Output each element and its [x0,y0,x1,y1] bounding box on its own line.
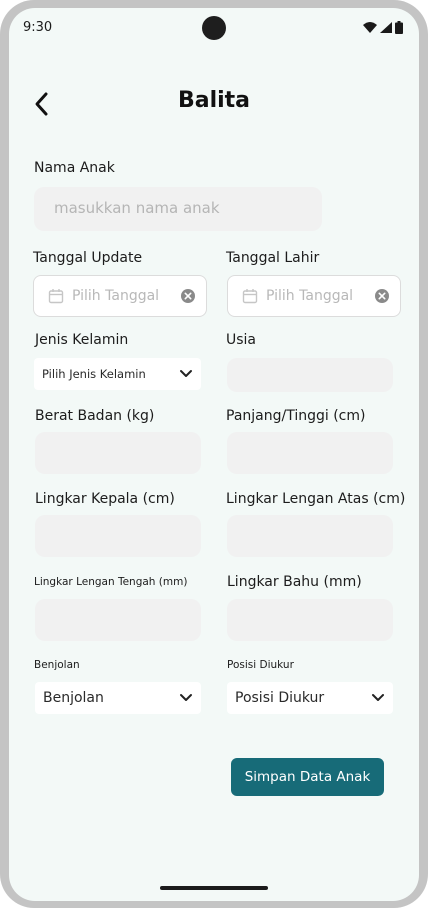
lingkar-kepala-label: Lingkar Kepala (cm) [35,491,175,507]
jenis-kelamin-value: Pilih Jenis Kelamin [42,367,146,381]
tanggal-update-label: Tanggal Update [33,250,143,266]
lingkar-kepala-input[interactable] [35,515,201,557]
jenis-kelamin-label: Jenis Kelamin [35,332,129,348]
nama-anak-placeholder: masukkan nama anak [54,199,220,217]
clear-icon[interactable] [180,288,196,304]
panjang-tinggi-label: Panjang/Tinggi (cm) [226,408,366,424]
status-time: 9:30 [23,20,53,35]
tanggal-lahir-label: Tanggal Lahir [226,250,320,266]
usia-input[interactable] [227,358,393,392]
signal-icon [380,22,392,33]
tanggal-update-placeholder: Pilih Tanggal [72,288,160,304]
lingkar-lengan-tengah-input[interactable] [35,599,201,641]
home-indicator[interactable] [160,886,268,890]
battery-icon [395,21,403,34]
chevron-down-icon [180,694,192,701]
jenis-kelamin-dropdown[interactable]: Pilih Jenis Kelamin [34,358,201,390]
posisi-diukur-label: Posisi Diukur [227,659,294,671]
panjang-tinggi-input[interactable] [227,432,393,474]
clear-icon[interactable] [374,288,390,304]
usia-label: Usia [226,332,257,348]
benjolan-value: Benjolan [43,690,104,706]
lingkar-bahu-label: Lingkar Bahu (mm) [227,574,362,590]
nama-anak-input[interactable]: masukkan nama anak [34,187,322,231]
simpan-data-anak-button[interactable]: Simpan Data Anak [231,758,384,796]
tanggal-update-picker[interactable]: Pilih Tanggal [33,275,207,317]
posisi-diukur-value: Posisi Diukur [235,690,325,706]
calendar-icon [242,289,258,304]
page-title: Balita [177,88,251,113]
lingkar-lengan-atas-label: Lingkar Lengan Atas (cm) [226,491,406,507]
wifi-icon [363,22,377,33]
benjolan-label: Benjolan [34,659,80,671]
berat-badan-input[interactable] [35,432,201,474]
berat-badan-label: Berat Badan (kg) [35,408,155,424]
status-icons [363,21,403,34]
chevron-down-icon [180,370,192,377]
nama-anak-label: Nama Anak [34,160,115,176]
tanggal-lahir-picker[interactable]: Pilih Tanggal [227,275,401,317]
lingkar-lengan-tengah-label: Lingkar Lengan Tengah (mm) [34,576,188,588]
tanggal-lahir-placeholder: Pilih Tanggal [266,288,354,304]
camera-cutout [202,16,226,40]
calendar-icon [48,289,64,304]
lingkar-lengan-atas-input[interactable] [227,515,393,557]
screen: 9:30 Balita Nama Anak masukkan nama anak… [9,8,419,901]
chevron-down-icon [372,694,384,701]
lingkar-bahu-input[interactable] [227,599,393,641]
posisi-diukur-dropdown[interactable]: Posisi Diukur [227,682,393,714]
benjolan-dropdown[interactable]: Benjolan [35,682,201,714]
device-frame: 9:30 Balita Nama Anak masukkan nama anak… [0,0,428,908]
